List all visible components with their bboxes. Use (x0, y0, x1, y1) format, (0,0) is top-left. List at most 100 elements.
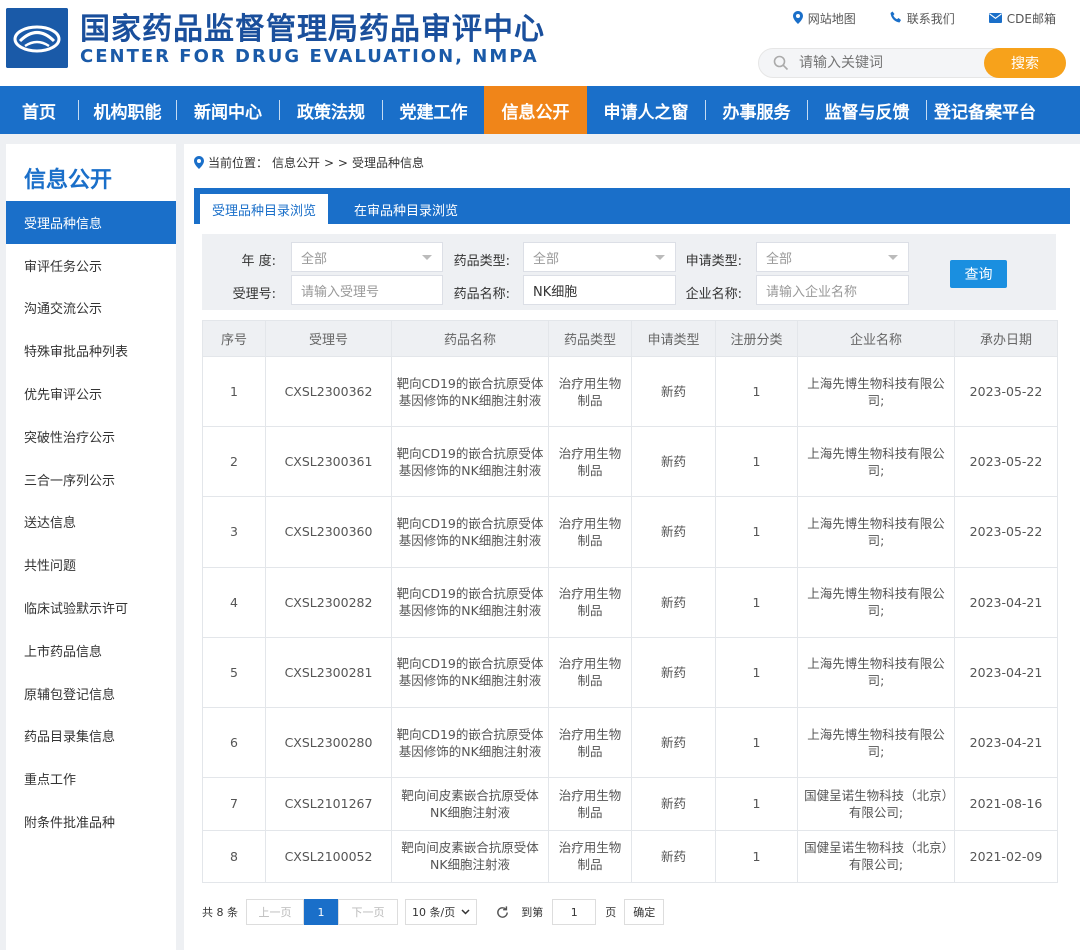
drug-type-select[interactable]: 全部 (523, 242, 676, 272)
table-row[interactable]: 8 CXSL2100052 靶向间皮素嵌合抗原受体NK细胞注射液 治疗用生物制品… (202, 829, 1058, 884)
cell-reg-class: 1 (715, 777, 798, 831)
nav-item-home[interactable]: 首页 (0, 86, 78, 134)
sidebar-item-three-in-one[interactable]: 三合一序列公示 (6, 458, 176, 501)
sidebar-title: 信息公开 (24, 168, 113, 193)
cde-logo[interactable] (6, 8, 68, 68)
sidebar-item-excipients[interactable]: 原辅包登记信息 (6, 672, 176, 715)
col-header-date: 承办日期 (954, 320, 1058, 357)
phone-icon (890, 11, 902, 26)
sidebar-item-priority-review[interactable]: 优先审评公示 (6, 372, 176, 415)
cell-drug-name: 靶向间皮素嵌合抗原受体NK细胞注射液 (391, 829, 549, 884)
sidebar-item-common-issues[interactable]: 共性问题 (6, 543, 176, 586)
cell-drug-name: 靶向CD19的嵌合抗原受体基因修饰的NK细胞注射液 (391, 496, 549, 568)
cell-accept-no: CXSL2101267 (265, 777, 392, 831)
pagination: 共 8 条 上一页 1 下一页 10 条/页 到第 1 页 确定 (202, 899, 665, 925)
company-input[interactable]: 请输入企业名称 (756, 275, 909, 305)
table-row[interactable]: 3 CXSL2300360 靶向CD19的嵌合抗原受体基因修饰的NK细胞注射液 … (202, 496, 1058, 568)
sidebar-item-marketed-drugs[interactable]: 上市药品信息 (6, 629, 176, 672)
table-header-row: 序号 受理号 药品名称 药品类型 申请类型 注册分类 企业名称 承办日期 (202, 320, 1058, 357)
col-header-accept-no: 受理号 (265, 320, 392, 357)
refresh-icon[interactable] (495, 905, 510, 920)
cell-apply-type: 新药 (631, 829, 716, 884)
accept-no-input[interactable]: 请输入受理号 (291, 275, 443, 305)
breadcrumb-section[interactable]: 信息公开 (272, 154, 320, 171)
table-row[interactable]: 1 CXSL2300362 靶向CD19的嵌合抗原受体基因修饰的NK细胞注射液 … (202, 355, 1058, 428)
sidebar-item-key-work[interactable]: 重点工作 (6, 757, 176, 800)
tab-bar: 受理品种目录浏览 在审品种目录浏览 (194, 188, 1070, 224)
sidebar-item-special-approval[interactable]: 特殊审批品种列表 (6, 329, 176, 372)
filter-panel: 年 度: 全部 药品类型: 全部 申请类型: 全部 受理号: 请输入受理号 药品… (202, 234, 1056, 310)
prev-page-button[interactable]: 上一页 (246, 899, 304, 925)
nav-item-services[interactable]: 办事服务 (706, 86, 807, 134)
cell-company: 上海先博生物科技有限公司; (797, 426, 955, 498)
cell-apply-type: 新药 (631, 777, 716, 831)
mail-link[interactable]: CDE邮箱 (988, 10, 1056, 27)
cell-apply-type: 新药 (631, 496, 716, 568)
cell-accept-no: CXSL2300362 (265, 355, 392, 428)
sitemap-link[interactable]: 网站地图 (792, 10, 856, 27)
sidebar-item-catalog[interactable]: 药品目录集信息 (6, 715, 176, 758)
nav-item-info[interactable]: 信息公开 (484, 86, 587, 134)
sidebar-item-breakthrough[interactable]: 突破性治疗公示 (6, 415, 176, 458)
nav-item-registration[interactable]: 登记备案平台 (927, 86, 1043, 134)
cell-apply-type: 新药 (631, 355, 716, 428)
cell-drug-type: 治疗用生物制品 (548, 496, 632, 568)
cell-drug-type: 治疗用生物制品 (548, 777, 632, 831)
sidebar-item-clinical-trial[interactable]: 临床试验默示许可 (6, 586, 176, 629)
search-icon (773, 55, 789, 71)
site-header: 国家药品监督管理局药品审评中心 CENTER FOR DRUG EVALUATI… (0, 0, 1080, 86)
nav-item-policy[interactable]: 政策法规 (280, 86, 382, 134)
apply-type-select[interactable]: 全部 (756, 242, 909, 272)
main-nav: 首页 机构职能 新闻中心 政策法规 党建工作 信息公开 申请人之窗 办事服务 监… (0, 86, 1080, 134)
goto-confirm-button[interactable]: 确定 (624, 899, 665, 925)
cell-drug-name: 靶向CD19的嵌合抗原受体基因修饰的NK细胞注射液 (391, 355, 549, 428)
next-page-button[interactable]: 下一页 (338, 899, 398, 925)
table-row[interactable]: 5 CXSL2300281 靶向CD19的嵌合抗原受体基因修饰的NK细胞注射液 … (202, 636, 1058, 708)
drug-type-label: 药品类型: (453, 254, 510, 269)
search-input[interactable] (799, 53, 979, 73)
breadcrumb-page: 受理品种信息 (351, 156, 424, 170)
query-button[interactable]: 查询 (950, 260, 1007, 288)
cell-no: 3 (202, 496, 266, 568)
sidebar-item-accepted-drugs[interactable]: 受理品种信息 (6, 201, 176, 244)
table-row[interactable]: 7 CXSL2101267 靶向间皮素嵌合抗原受体NK细胞注射液 治疗用生物制品… (202, 777, 1058, 831)
year-select[interactable]: 全部 (291, 242, 443, 272)
sidebar-item-conditional-approval[interactable]: 附条件批准品种 (6, 800, 176, 843)
nav-item-feedback[interactable]: 监督与反馈 (808, 86, 926, 134)
cell-reg-class: 1 (715, 829, 798, 884)
cell-reg-class: 1 (715, 566, 798, 638)
table-row[interactable]: 2 CXSL2300361 靶向CD19的嵌合抗原受体基因修饰的NK细胞注射液 … (202, 426, 1058, 498)
nav-item-applicant[interactable]: 申请人之窗 (587, 86, 705, 134)
nav-item-functions[interactable]: 机构职能 (79, 86, 176, 134)
drug-name-input[interactable]: NK细胞 (523, 275, 676, 305)
sitemap-label: 网站地图 (807, 12, 856, 26)
cell-accept-no: CXSL2300361 (265, 426, 392, 498)
year-label: 年 度: (241, 254, 276, 269)
contact-link[interactable]: 联系我们 (890, 10, 955, 27)
sidebar-item-communication[interactable]: 沟通交流公示 (6, 287, 176, 330)
nav-item-news[interactable]: 新闻中心 (177, 86, 279, 134)
table-row[interactable]: 4 CXSL2300282 靶向CD19的嵌合抗原受体基因修饰的NK细胞注射液 … (202, 566, 1058, 638)
apply-type-select-value: 全部 (766, 251, 793, 267)
tab-in-review-catalog[interactable]: 在审品种目录浏览 (344, 194, 468, 224)
cell-drug-type: 治疗用生物制品 (548, 706, 632, 779)
search-button[interactable]: 搜索 (984, 48, 1066, 78)
nav-item-party[interactable]: 党建工作 (383, 86, 484, 134)
pager-total: 共 8 条 (202, 906, 238, 919)
breadcrumb-prefix: 当前位置： (208, 156, 269, 170)
page-size-select[interactable]: 10 条/页 (405, 899, 478, 925)
sidebar-item-review-tasks[interactable]: 审评任务公示 (6, 244, 176, 287)
cell-date: 2023-04-21 (954, 706, 1058, 779)
page-size-value: 10 条/页 (412, 906, 456, 919)
cell-no: 4 (202, 566, 266, 638)
sidebar-item-delivery[interactable]: 送达信息 (6, 501, 176, 544)
location-pin-icon (194, 156, 204, 169)
tab-accepted-catalog[interactable]: 受理品种目录浏览 (200, 194, 328, 224)
cell-company: 上海先博生物科技有限公司; (797, 706, 955, 779)
col-header-reg-class: 注册分类 (715, 320, 798, 357)
company-label: 企业名称: (685, 287, 742, 302)
goto-page-input[interactable]: 1 (552, 899, 597, 925)
cell-accept-no: CXSL2300360 (265, 496, 392, 568)
table-row[interactable]: 6 CXSL2300280 靶向CD19的嵌合抗原受体基因修饰的NK细胞注射液 … (202, 706, 1058, 779)
page-number-1[interactable]: 1 (304, 899, 338, 925)
